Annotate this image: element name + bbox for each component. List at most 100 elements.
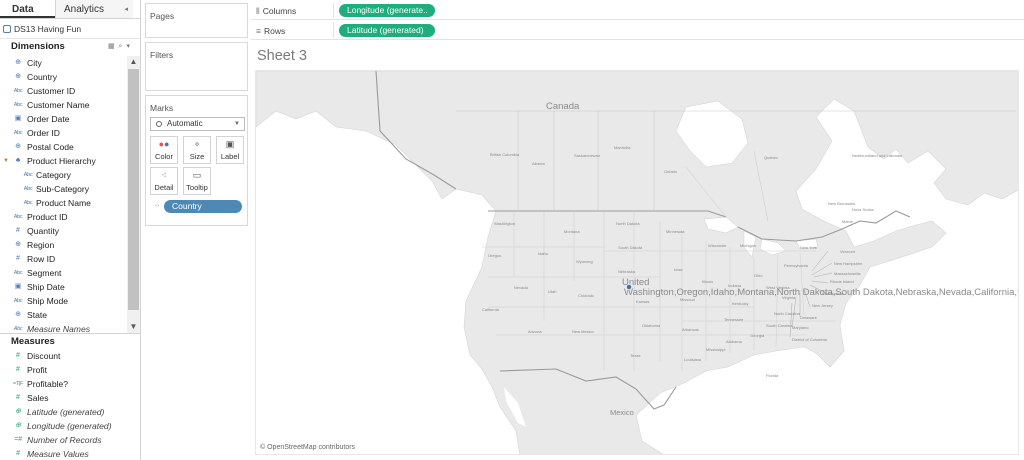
mark-type-value: Automatic — [167, 119, 203, 128]
label-state: North Carolina — [774, 311, 801, 316]
label-state: Texas — [630, 353, 640, 358]
label-label: Label — [220, 152, 240, 161]
sheet-title[interactable]: Sheet 3 — [257, 48, 307, 64]
label-state: Pennsylvania — [784, 263, 809, 268]
label-new-brunswick: New Brunswick — [828, 201, 855, 206]
columns-text: Columns — [262, 6, 297, 16]
mark-type-dropdown[interactable]: Automatic ▼ — [150, 117, 245, 131]
label-state: New Mexico — [572, 329, 595, 334]
label-state: Oklahoma — [642, 323, 661, 328]
label-state: Wisconsin — [708, 243, 726, 248]
color-label: Color — [155, 152, 173, 161]
longitude-pill[interactable]: Longitude (generate.. — [339, 4, 435, 17]
field-ship-date[interactable]: ▣ Ship Date — [0, 280, 126, 294]
number-icon: # — [16, 255, 20, 262]
view-toggle-icon[interactable]: ▦⌕▾ — [108, 39, 134, 54]
scroll-up-icon[interactable]: ▲ — [127, 56, 140, 68]
field-product-name[interactable]: Abc Product Name — [0, 196, 126, 210]
number-icon: # — [16, 352, 20, 359]
field-postal-code[interactable]: ⊕ Postal Code — [0, 140, 126, 154]
field-row-id[interactable]: # Row ID — [0, 252, 126, 266]
label-state: Indiana — [728, 283, 742, 288]
label-state: South Dakota — [618, 245, 643, 250]
label-state: Missouri — [680, 297, 695, 302]
number-icon: # — [16, 450, 20, 457]
map-canvas[interactable]: Canada United Washington,Oregon,Idaho,Mo… — [256, 71, 1019, 455]
abc-icon: Abc — [23, 186, 33, 192]
label-district-of-columbia: District of Columbia — [792, 337, 827, 342]
field-label: Order ID — [27, 128, 60, 138]
field-longitude[interactable]: ⊕ Longitude (generated) — [0, 419, 141, 433]
filters-card[interactable]: Filters — [145, 42, 248, 91]
collapse-pane-icon[interactable]: ◂ — [124, 0, 128, 19]
country-mark[interactable] — [626, 284, 632, 290]
boolean-icon: =T|F — [12, 381, 24, 387]
map-attribution[interactable]: © OpenStreetMap contributors — [260, 444, 355, 451]
field-product-id[interactable]: Abc Product ID — [0, 210, 126, 224]
label-state: Georgia — [750, 333, 765, 338]
label-state: Virginia — [782, 295, 796, 300]
field-sales[interactable]: # Sales — [0, 391, 141, 405]
field-label: Order Date — [27, 114, 70, 124]
field-region[interactable]: ⊕ Region — [0, 238, 126, 252]
field-profitable[interactable]: =T|F Profitable? — [0, 377, 141, 391]
field-state[interactable]: ⊕ State — [0, 308, 126, 322]
detail-button[interactable]: ⁖ Detail — [150, 167, 178, 195]
label-state: Florida — [766, 373, 779, 378]
tab-data[interactable]: Data — [0, 0, 55, 18]
dimensions-scrollbar[interactable]: ▲ ▼ — [127, 56, 140, 333]
field-product-hierarchy[interactable]: ▼ ♣ Product Hierarchy — [0, 154, 126, 168]
field-ship-mode[interactable]: Abc Ship Mode — [0, 294, 126, 308]
field-sub-category[interactable]: Abc Sub-Category — [0, 182, 126, 196]
label-massachusetts: Massachusetts — [834, 271, 861, 276]
detail-encoding-icon: ⁘ — [154, 203, 160, 210]
field-customer-name[interactable]: Abc Customer Name — [0, 98, 126, 112]
field-label: Region — [27, 240, 55, 250]
data-pane-tabs: Data Analytics ◂ — [0, 0, 140, 19]
abc-icon: Abc — [23, 200, 33, 206]
scroll-thumb[interactable] — [128, 69, 139, 310]
tab-analytics[interactable]: Analytics ◂ — [55, 0, 133, 18]
datasource-icon — [3, 25, 11, 33]
country-detail-pill[interactable]: Country — [164, 200, 242, 213]
datasource-item[interactable]: DS13 Having Fun — [0, 19, 140, 39]
columns-drop-zone[interactable]: Longitude (generate.. — [333, 3, 1021, 18]
scroll-down-icon[interactable]: ▼ — [127, 321, 140, 333]
label-state: Nevada — [514, 285, 529, 290]
field-city[interactable]: ⊕ City — [0, 56, 126, 70]
field-order-id[interactable]: Abc Order ID — [0, 126, 126, 140]
pages-card[interactable]: Pages — [145, 3, 248, 38]
field-country[interactable]: ⊕ Country — [0, 70, 126, 84]
field-discount[interactable]: # Discount — [0, 349, 141, 363]
map-view[interactable]: Canada United Washington,Oregon,Idaho,Mo… — [255, 70, 1019, 455]
latitude-pill[interactable]: Latitude (generated) — [339, 24, 435, 37]
field-quantity[interactable]: # Quantity — [0, 224, 126, 238]
circle-mark-icon — [156, 121, 162, 127]
rows-drop-zone[interactable]: Latitude (generated) — [333, 23, 1021, 38]
field-measure-values[interactable]: # Measure Values — [0, 447, 141, 460]
field-profit[interactable]: # Profit — [0, 363, 141, 377]
field-measure-names[interactable]: Abc Measure Names — [0, 322, 126, 333]
field-customer-id[interactable]: Abc Customer ID — [0, 84, 126, 98]
tableau-workspace: Data Analytics ◂ DS13 Having Fun Dimensi… — [0, 0, 1024, 460]
tooltip-button[interactable]: ▭ Tooltip — [183, 167, 211, 195]
abc-icon: Abc — [13, 102, 23, 108]
field-number-of-records[interactable]: =# Number of Records — [0, 433, 141, 447]
label-manitoba: Manitoba — [614, 145, 631, 150]
field-label: Quantity — [27, 226, 60, 236]
label-button[interactable]: ▣ Label — [216, 136, 244, 164]
label-state: Wyoming — [576, 259, 593, 264]
field-latitude[interactable]: ⊕ Latitude (generated) — [0, 405, 141, 419]
size-button[interactable]: ⚬ Size — [183, 136, 211, 164]
field-category[interactable]: Abc Category — [0, 168, 126, 182]
field-label: State — [27, 310, 48, 320]
detail-icon: ⁖ — [161, 170, 167, 180]
collapse-hierarchy-icon[interactable]: ▼ — [3, 154, 9, 168]
field-segment[interactable]: Abc Segment — [0, 266, 126, 280]
label-state: Kansas — [636, 299, 649, 304]
field-order-date[interactable]: ▣ Order Date — [0, 112, 126, 126]
field-label: Discount — [27, 351, 61, 361]
abc-icon: Abc — [13, 326, 23, 332]
color-button[interactable]: ●● Color — [150, 136, 178, 164]
label-state: Oregon — [488, 253, 501, 258]
